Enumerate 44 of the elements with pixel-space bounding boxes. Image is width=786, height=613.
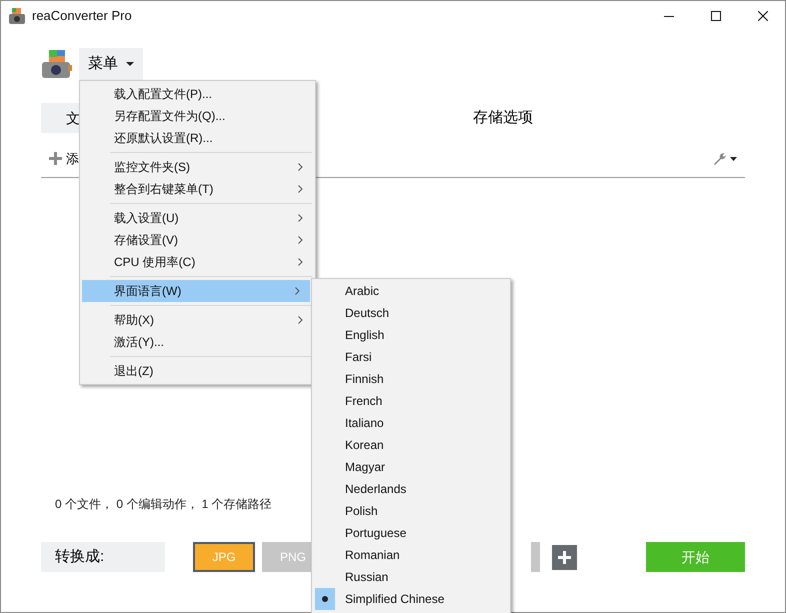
menu-item[interactable]: 退出(Z) [82,360,313,382]
chevron-right-icon [295,287,300,295]
language-item[interactable]: Deutsch [312,302,510,324]
language-item[interactable]: Portuguese [312,522,510,544]
app-logo [41,48,73,80]
menu-item[interactable]: 监控文件夹(S) [82,156,313,178]
app-icon [8,7,26,25]
language-item[interactable]: Simplified Chinese [312,588,510,610]
plus-icon [558,550,571,564]
language-item[interactable]: Farsi [312,346,510,368]
chevron-right-icon [298,214,303,222]
menu-item[interactable]: CPU 使用率(C) [82,251,313,273]
status-text: 0 个文件， 0 个编辑动作， 1 个存储路径 [55,496,272,513]
caret-icon[interactable] [730,156,737,160]
menu-item[interactable]: 载入配置文件(P)... [82,83,313,105]
caret-icon [126,62,134,66]
menu-item[interactable]: 存储设置(V) [82,229,313,251]
menu-item[interactable]: 帮助(X) [82,309,313,331]
language-item[interactable]: English [312,324,510,346]
add-label[interactable]: 添 [66,148,79,168]
chevron-right-icon [298,163,303,171]
menu-item[interactable]: 整合到右键菜单(T) [82,178,313,200]
chevron-right-icon [298,236,303,244]
menu-item[interactable]: 载入设置(U) [82,207,313,229]
add-icon[interactable] [49,152,62,165]
menu-item[interactable]: 界面语言(W) [82,280,310,302]
language-item[interactable]: Magyar [312,456,510,478]
language-item[interactable]: Italiano [312,412,510,434]
language-item[interactable]: Nederlands [312,478,510,500]
window-title: reaConverter Pro [32,7,132,26]
language-item[interactable]: Korean [312,434,510,456]
language-item[interactable]: Arabic [312,280,510,302]
language-item[interactable]: French [312,390,510,412]
language-item[interactable]: Finnish [312,368,510,390]
chevron-right-icon [298,185,303,193]
chevron-right-icon [298,258,303,266]
chevron-right-icon [298,316,303,324]
language-item[interactable]: Polish [312,500,510,522]
menu-item[interactable]: 激活(Y)... [82,331,313,353]
menu-button[interactable]: 菜单 [79,48,143,80]
maximize-icon [710,11,720,21]
convert-label: 转换成: [41,542,165,572]
add-format-button[interactable] [552,544,577,570]
close-icon [758,11,768,21]
